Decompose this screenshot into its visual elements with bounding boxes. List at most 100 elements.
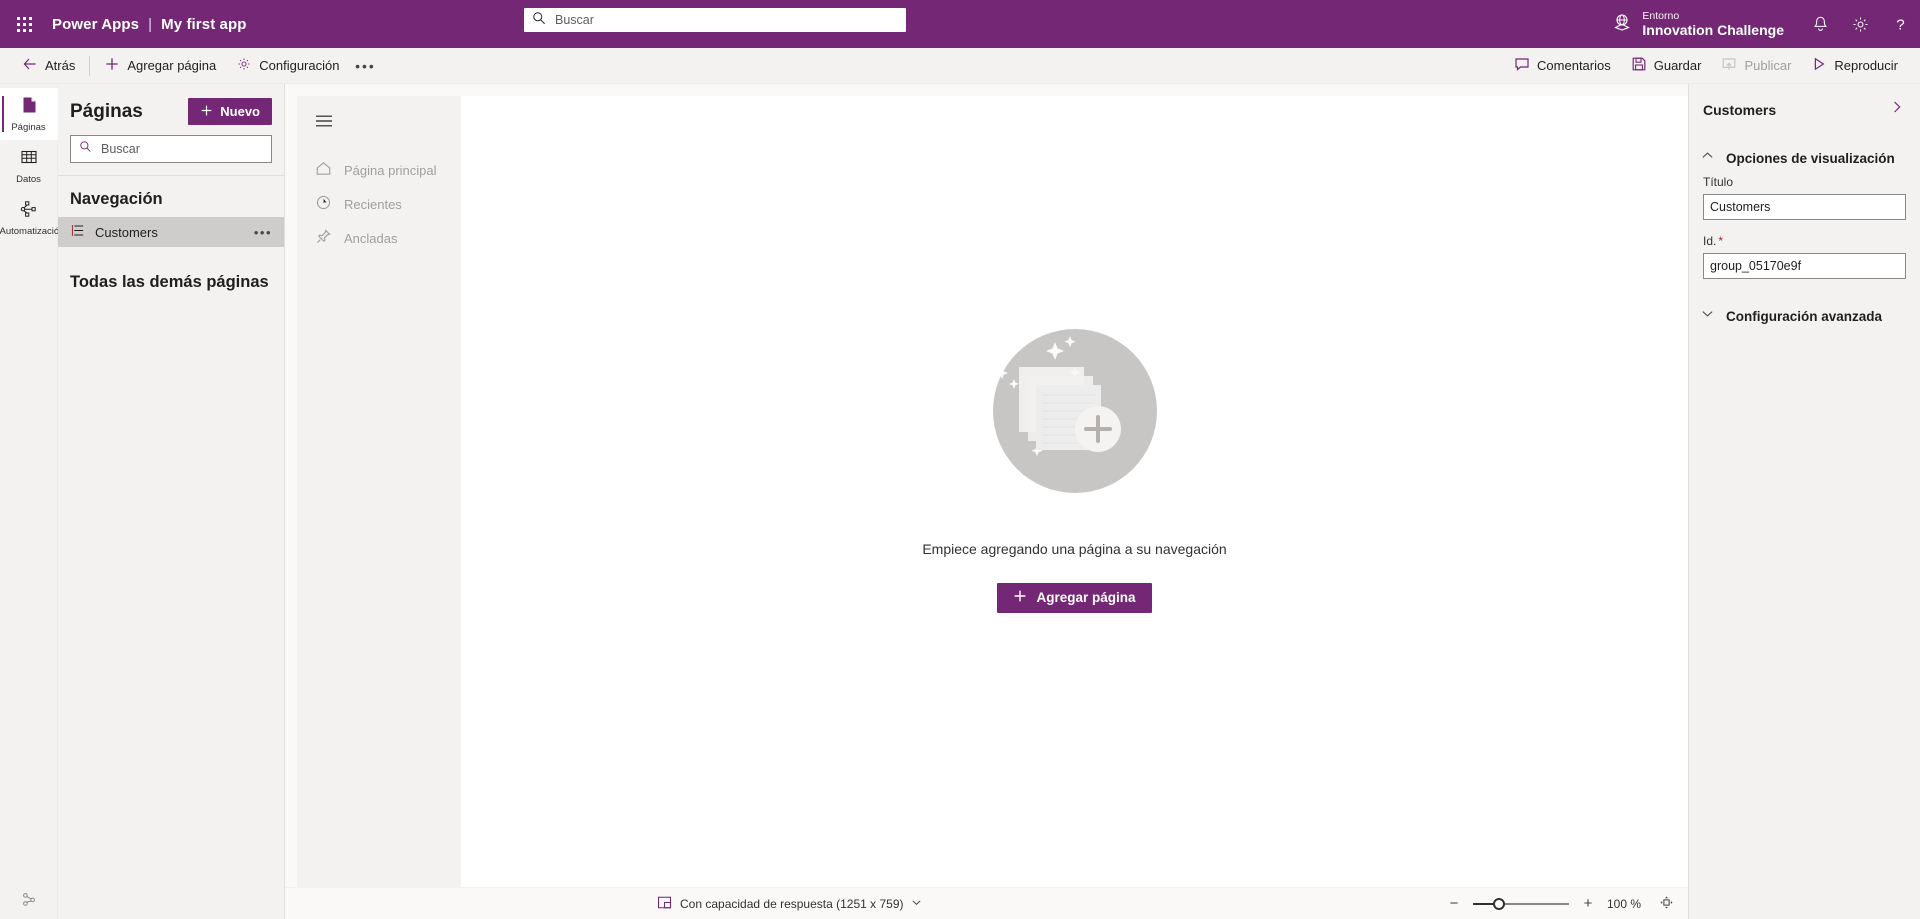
power-apps-designer: Power Apps | My first app Buscar Entorno… [0,0,1920,919]
pages-document-icon [19,95,39,120]
play-button[interactable]: Reproducir [1801,51,1908,81]
canvas-wrapper: Página principal Recientes Ancladas Empi… [285,84,1688,919]
add-page-primary-button[interactable]: Agregar página [997,582,1152,613]
empty-state: Empiece agregando una página a su navega… [922,328,1227,613]
comments-label: Comentarios [1537,58,1611,73]
rail-item-automation-label: Automatizació [0,226,58,237]
new-button[interactable]: Nuevo [188,98,272,125]
responsive-screen-icon [657,895,672,913]
header-right-cluster: Entorno Innovation Challenge ? [1602,0,1920,48]
plus-icon [1013,589,1027,606]
design-stage[interactable]: Empiece agregando una página a su navega… [461,96,1688,887]
settings-label: Configuración [259,58,340,73]
command-bar-right: Comentarios Guardar Publicar Reproducir [1504,51,1908,81]
app-header: Power Apps | My first app Buscar Entorno… [0,0,1920,48]
environment-label: Entorno [1642,9,1680,22]
empty-state-message: Empiece agregando una página a su navega… [922,540,1227,557]
display-options-section-toggle[interactable]: Opciones de visualización [1689,141,1920,175]
chevron-down-icon [1701,307,1714,325]
left-rail: Páginas Datos Automatizació [0,84,58,919]
pages-panel-header: Páginas Nuevo [58,84,284,135]
save-label: Guardar [1653,58,1702,73]
add-page-primary-label: Agregar página [1036,590,1136,605]
screen-size-label: Con capacidad de respuesta (1251 x 759) [680,896,904,911]
comments-button[interactable]: Comentarios [1504,51,1621,81]
waffle-grid-icon[interactable] [0,0,48,48]
zoom-slider[interactable] [1473,897,1569,911]
screen-size-selector[interactable]: Con capacidad de respuesta (1251 x 759) [657,895,922,913]
tree-item-customers[interactable]: Customers ••• [58,217,284,247]
automation-flow-icon [19,199,39,224]
chevron-right-icon[interactable] [1886,98,1908,121]
hamburger-menu-icon[interactable] [297,110,461,133]
properties-panel-header: Customers [1689,84,1920,121]
zoom-in-button[interactable]: + [1581,895,1595,912]
rail-item-automation[interactable]: Automatizació [0,192,58,244]
settings-gear-icon[interactable] [1840,0,1880,48]
pages-panel: Páginas Nuevo Navegación [58,84,285,919]
advanced-settings-section-toggle[interactable]: Configuración avanzada [1689,299,1920,333]
rail-item-pages[interactable]: Páginas [0,88,58,140]
back-label: Atrás [45,58,76,73]
gear-icon [236,56,252,75]
command-separator [89,55,91,76]
search-input[interactable] [555,13,898,27]
zoom-value: 100 % [1607,896,1642,911]
zoom-slider-thumb[interactable] [1493,897,1505,910]
properties-title: Customers [1703,101,1777,118]
nav-item-pinned[interactable]: Ancladas [297,221,461,255]
comment-bubble-icon [1514,56,1530,75]
pages-search[interactable] [70,135,272,163]
settings-button[interactable]: Configuración [226,51,349,81]
add-page-button[interactable]: Agregar página [94,51,226,81]
title-field-label: Título [1703,175,1734,189]
properties-panel: Customers Opciones de visualización Títu… [1688,84,1920,919]
title-input[interactable] [1703,194,1906,220]
command-overflow-button[interactable]: ••• [349,51,381,81]
play-triangle-icon [1811,56,1827,75]
other-pages-section-title: Todas las demás páginas [70,273,269,291]
arrow-left-icon [22,56,38,75]
nav-item-recent-label: Recientes [344,196,402,212]
play-label: Reproducir [1834,58,1898,73]
global-search[interactable] [524,8,906,32]
add-connector-icon[interactable] [0,879,58,919]
nav-item-recent[interactable]: Recientes [297,187,461,221]
clock-recent-icon [315,194,332,214]
pin-icon [315,228,332,248]
id-input[interactable] [1703,253,1906,279]
environment-picker[interactable]: Entorno Innovation Challenge [1602,0,1800,48]
nav-item-home[interactable]: Página principal [297,153,461,187]
required-asterisk: * [1718,234,1724,248]
pages-search-input[interactable] [101,142,263,156]
tree-item-label: Customers [95,224,158,240]
rail-item-data[interactable]: Datos [0,140,58,192]
save-button[interactable]: Guardar [1621,51,1712,81]
chevron-down-icon[interactable] [911,897,922,911]
plus-icon [104,56,120,75]
add-page-label: Agregar página [127,58,217,73]
app-body: Páginas Datos Automatizació Páginas Nuev… [0,84,1920,919]
stacked-pages-plus-illustration [992,328,1157,493]
zoom-controls: − + 100 % [1447,895,1674,913]
page-title: Páginas [70,100,143,122]
svg-text:?: ? [1896,16,1904,33]
save-disk-icon [1631,56,1647,75]
publish-button: Publicar [1711,51,1801,81]
tree-item-more-button[interactable]: ••• [250,225,276,240]
publish-icon [1721,56,1737,75]
nav-item-pinned-label: Ancladas [344,230,398,246]
fit-to-screen-icon[interactable] [1659,895,1674,913]
back-button[interactable]: Atrás [12,51,85,81]
advanced-settings-label: Configuración avanzada [1726,308,1883,324]
help-question-icon[interactable]: ? [1880,0,1920,48]
brand: Power Apps | My first app [52,16,247,33]
notification-bell-icon[interactable] [1800,0,1840,48]
brand-label[interactable]: Power Apps [52,16,139,33]
search-icon [532,11,546,30]
brand-separator: | [148,15,153,33]
data-table-icon [19,147,39,172]
app-name[interactable]: My first app [161,16,246,33]
zoom-out-button[interactable]: − [1447,895,1461,912]
status-bar: Con capacidad de respuesta (1251 x 759) … [285,887,1688,919]
